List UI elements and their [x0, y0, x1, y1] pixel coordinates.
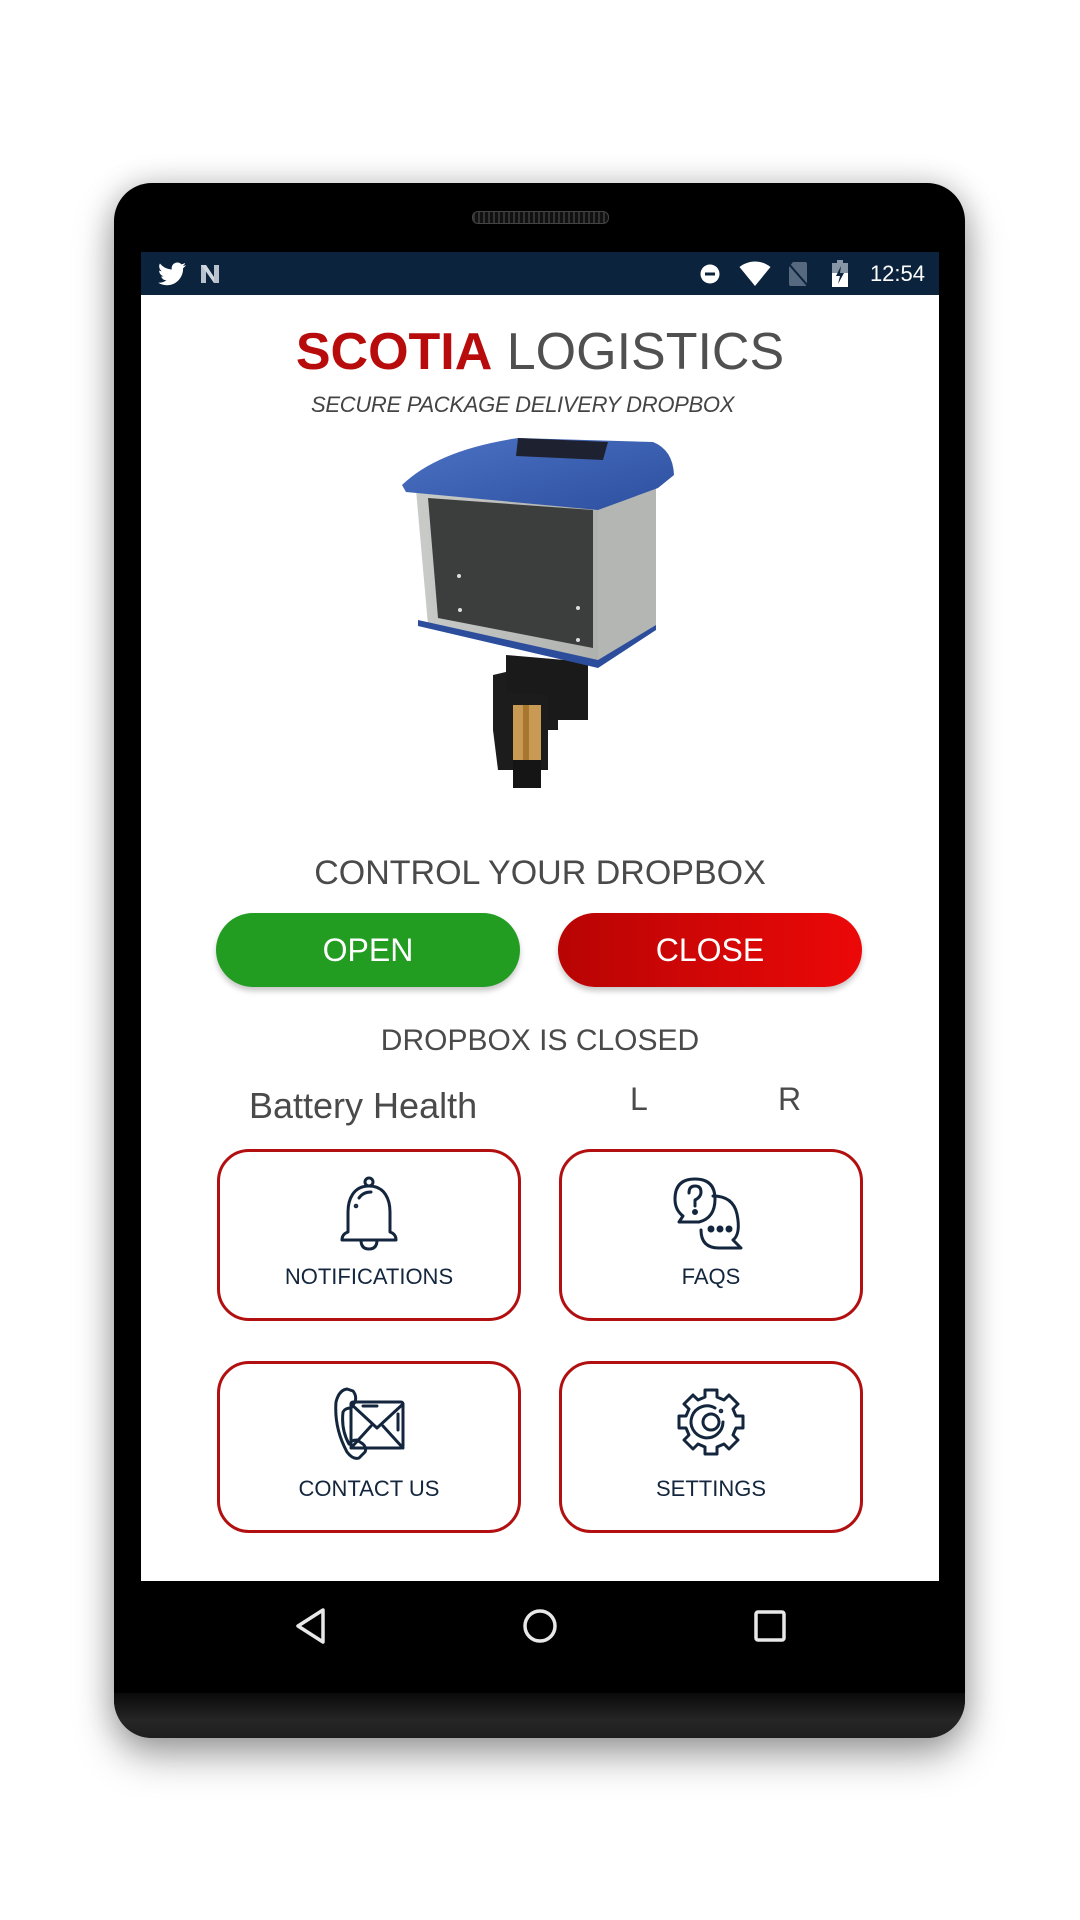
earpiece-speaker	[472, 211, 609, 224]
home-icon[interactable]	[522, 1608, 558, 1644]
phone-chin	[114, 1693, 965, 1738]
battery-left-label: L	[630, 1081, 648, 1117]
do-not-disturb-icon	[699, 252, 721, 295]
wifi-icon	[738, 252, 772, 295]
close-button[interactable]: CLOSE	[558, 913, 862, 987]
gear-icon	[677, 1388, 745, 1456]
twitter-icon	[155, 252, 189, 295]
contact-us-card[interactable]: CONTACT US	[217, 1361, 521, 1533]
notifications-card[interactable]: NOTIFICATIONS	[217, 1149, 521, 1321]
open-button[interactable]: OPEN	[216, 913, 520, 987]
battery-health-label: Battery Health	[249, 1085, 478, 1126]
phone-mail-icon	[334, 1387, 405, 1460]
bell-icon	[340, 1176, 398, 1251]
android-nav-bar	[141, 1581, 939, 1691]
no-sim-icon	[786, 252, 810, 295]
dropbox-status: DROPBOX IS CLOSED	[380, 1024, 700, 1057]
faqs-card[interactable]: FAQS	[559, 1149, 863, 1321]
notifications-label: NOTIFICATIONS	[284, 1264, 454, 1289]
recents-icon[interactable]	[753, 1609, 787, 1643]
dropbox-product-image	[402, 438, 674, 788]
status-bar: 12:54	[141, 252, 939, 295]
control-title: CONTROL YOUR DROPBOX	[314, 854, 766, 892]
contact-us-label: CONTACT US	[298, 1476, 440, 1501]
brand-primary: SCOTIA	[295, 323, 493, 381]
faqs-label: FAQS	[681, 1264, 741, 1289]
battery-right-label: R	[778, 1081, 802, 1117]
faq-chat-icon	[673, 1177, 743, 1250]
settings-card[interactable]: SETTINGS	[559, 1361, 863, 1533]
battery-charging-icon	[829, 252, 851, 295]
brand-secondary: LOGISTICS	[506, 323, 785, 381]
clock: 12:54	[869, 261, 925, 286]
back-icon[interactable]	[293, 1607, 327, 1645]
n-app-icon	[195, 252, 225, 295]
app-title: SCOTIA LOGISTICS	[141, 322, 939, 382]
settings-label: SETTINGS	[655, 1476, 766, 1501]
app-subtitle: SECURE PACKAGE DELIVERY DROPBOX	[311, 392, 735, 417]
app-screen: 12:54 SCOTIA LOGISTICS SECURE PACKAGE DE…	[141, 252, 939, 1581]
